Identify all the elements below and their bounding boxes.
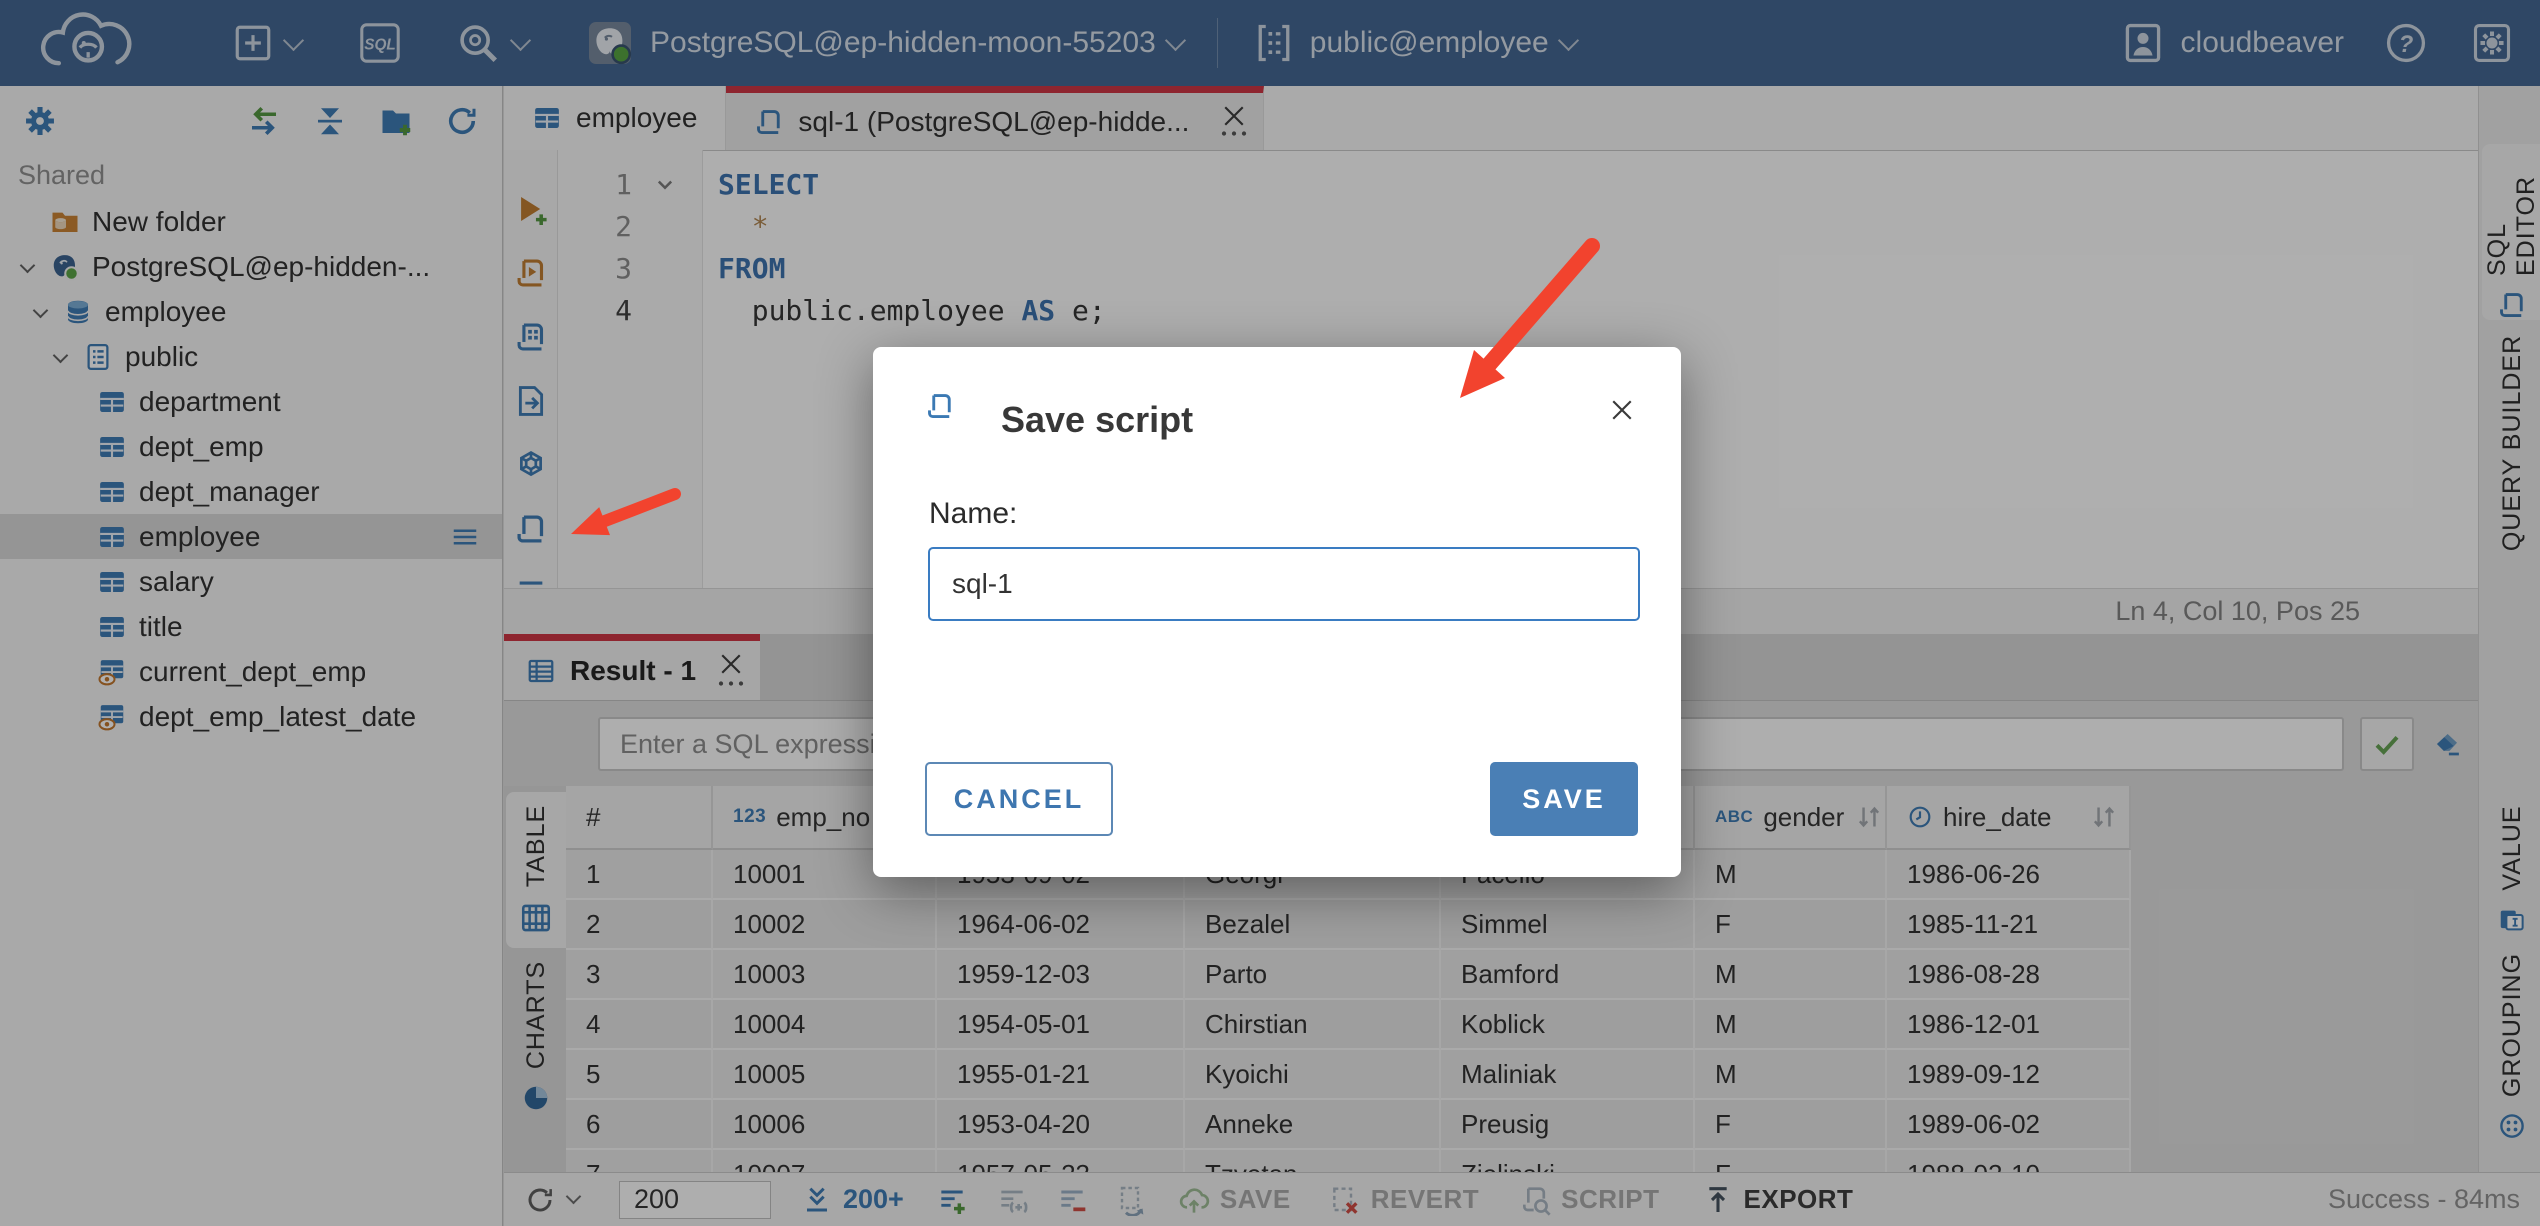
close-dialog-icon[interactable]: [1607, 395, 1637, 425]
cloudbeaver-app: SQL PostgreSQL@ep-hidden-moon-55203 publ…: [0, 0, 2540, 1226]
save-script-dialog: Save script Name: CANCEL SAVE: [873, 347, 1681, 877]
save-button[interactable]: SAVE: [1490, 762, 1638, 836]
name-label: Name:: [929, 497, 1018, 530]
dialog-title: Save script: [1001, 399, 1194, 440]
script-icon: [925, 391, 955, 421]
script-name-input[interactable]: [928, 547, 1640, 621]
cancel-button[interactable]: CANCEL: [925, 762, 1113, 836]
